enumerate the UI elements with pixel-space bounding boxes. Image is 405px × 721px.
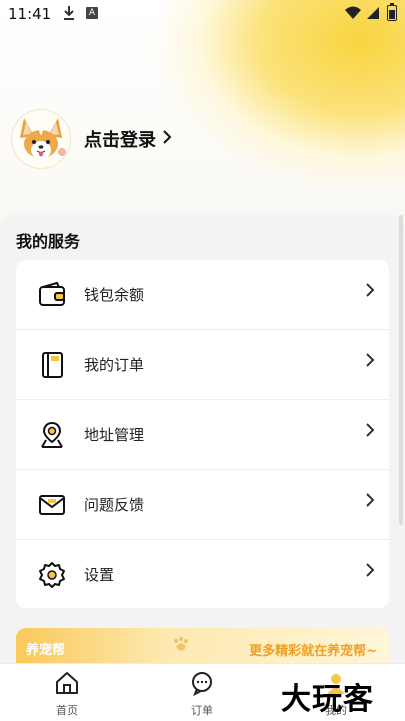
login-link[interactable]: 点击登录 bbox=[84, 126, 172, 152]
notebook-icon bbox=[37, 350, 67, 380]
watermark-logo: 大玩客 bbox=[281, 682, 374, 717]
scrollbar[interactable] bbox=[399, 215, 403, 525]
services-menu: 钱包余额 我的订单 地址管理 问题反馈 设置 bbox=[16, 260, 389, 608]
tab-home[interactable]: 首页 bbox=[37, 670, 97, 718]
menu-item-address[interactable]: 地址管理 bbox=[16, 400, 389, 470]
paw-icon bbox=[172, 636, 190, 656]
chat-icon bbox=[192, 672, 212, 697]
signal-icon bbox=[366, 6, 380, 24]
download-icon bbox=[62, 5, 76, 25]
chevron-right-icon bbox=[162, 129, 172, 150]
tab-orders[interactable]: 订单 bbox=[172, 670, 232, 718]
wifi-icon bbox=[344, 6, 362, 24]
menu-item-wallet[interactable]: 钱包余额 bbox=[16, 260, 389, 330]
location-pin-icon bbox=[37, 420, 67, 450]
menu-item-feedback[interactable]: 问题反馈 bbox=[16, 470, 389, 540]
status-time: 11:41 bbox=[8, 5, 52, 23]
wallet-icon bbox=[37, 280, 67, 310]
chevron-right-icon bbox=[365, 282, 375, 303]
banner-brand-text: 养宠帮 bbox=[26, 643, 66, 658]
menu-label: 设置 bbox=[84, 566, 115, 584]
gear-icon bbox=[37, 560, 67, 590]
corgi-avatar-icon bbox=[20, 118, 66, 159]
menu-label: 我的订单 bbox=[84, 356, 145, 374]
login-text: 点击登录 bbox=[84, 130, 156, 151]
profile-section[interactable]: 点击登录 bbox=[12, 110, 172, 168]
menu-item-settings[interactable]: 设置 bbox=[16, 540, 389, 608]
banner-slogan: 更多精彩就在养宠帮~ bbox=[249, 644, 377, 659]
home-icon bbox=[56, 672, 78, 694]
tab-label: 订单 bbox=[191, 704, 213, 717]
status-bar: 11:41 A bbox=[0, 0, 405, 28]
menu-label: 地址管理 bbox=[84, 426, 145, 444]
menu-item-orders[interactable]: 我的订单 bbox=[16, 330, 389, 400]
chevron-right-icon bbox=[365, 352, 375, 373]
mail-icon bbox=[37, 490, 67, 520]
menu-label: 钱包余额 bbox=[84, 286, 145, 304]
chevron-right-icon bbox=[365, 562, 375, 583]
battery-icon bbox=[387, 3, 397, 21]
services-title: 我的服务 bbox=[16, 232, 81, 251]
avatar[interactable] bbox=[12, 110, 70, 168]
menu-label: 问题反馈 bbox=[84, 496, 145, 514]
a-badge-icon: A bbox=[86, 7, 98, 19]
chevron-right-icon bbox=[365, 422, 375, 443]
tab-label: 首页 bbox=[56, 704, 78, 717]
chevron-right-icon bbox=[365, 492, 375, 513]
